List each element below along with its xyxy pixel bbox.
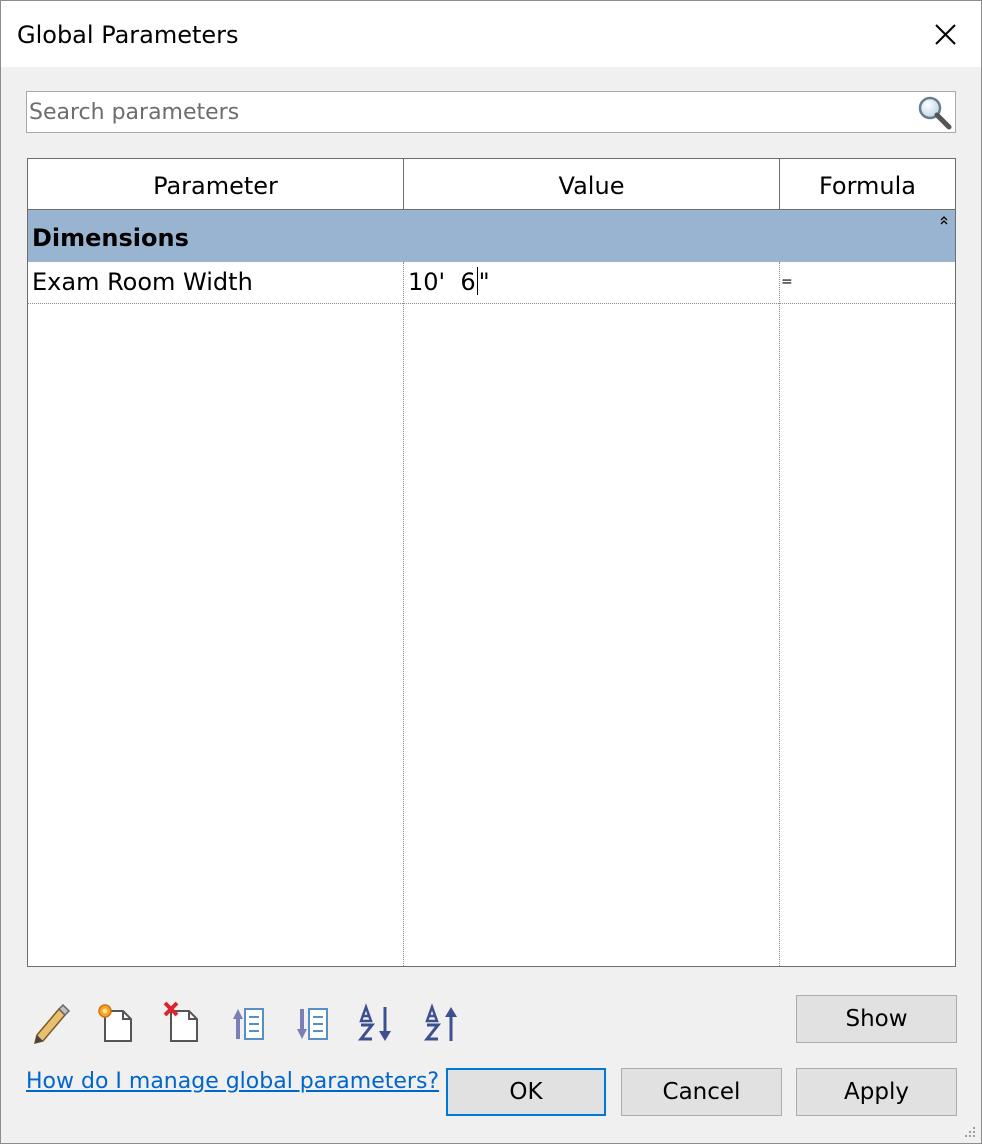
move-up-icon <box>233 1008 264 1040</box>
group-label: Dimensions <box>32 224 189 252</box>
delete-parameter-button[interactable] <box>161 997 205 1045</box>
parameter-name-cell[interactable]: Exam Room Width <box>32 262 400 302</box>
search-icon[interactable] <box>915 94 953 130</box>
global-parameters-dialog: Global Parameters Pa <box>0 0 982 1144</box>
new-parameter-icon <box>98 1004 132 1042</box>
move-down-icon <box>297 1008 328 1040</box>
apply-button[interactable]: Apply <box>796 1068 957 1116</box>
table-row[interactable]: Exam Room Width 10' 6 " = <box>28 262 955 304</box>
value-text: 10' 6 <box>408 268 476 296</box>
grid-body: Exam Room Width 10' 6 " = <box>28 262 955 966</box>
column-header-formula[interactable]: Formula <box>780 159 955 209</box>
move-up-button[interactable] <box>227 997 271 1045</box>
new-parameter-button[interactable] <box>95 997 139 1045</box>
help-link[interactable]: How do I manage global parameters? <box>26 1067 439 1097</box>
move-down-button[interactable] <box>291 997 335 1045</box>
resize-grip-icon[interactable] <box>961 1123 977 1139</box>
search-box <box>26 91 956 133</box>
search-input[interactable] <box>29 94 909 130</box>
collapse-icon[interactable] <box>937 214 951 228</box>
close-button[interactable] <box>925 15 965 55</box>
group-row-dimensions[interactable]: Dimensions <box>28 210 955 262</box>
text-caret <box>476 267 478 295</box>
ok-button[interactable]: OK <box>446 1068 606 1116</box>
parameters-grid: Parameter Value Formula Dimensions Exam … <box>27 158 956 967</box>
column-header-parameter[interactable]: Parameter <box>28 159 404 209</box>
delete-parameter-icon <box>163 1001 198 1042</box>
value-text-suffix: " <box>478 268 490 296</box>
sort-descending-button[interactable] <box>423 997 467 1045</box>
grid-header: Parameter Value Formula <box>28 159 955 210</box>
sort-ascending-button[interactable] <box>357 997 401 1045</box>
dialog-title: Global Parameters <box>17 21 239 49</box>
cancel-button[interactable]: Cancel <box>621 1068 782 1116</box>
edit-parameter-icon <box>33 1003 71 1045</box>
formula-cell[interactable]: = <box>781 262 951 302</box>
value-cell[interactable]: 10' 6 " <box>408 262 776 302</box>
edit-parameter-button[interactable] <box>29 997 73 1045</box>
sort-ascending-icon <box>357 1003 391 1041</box>
sort-descending-icon <box>423 1003 457 1041</box>
column-divider <box>779 262 780 966</box>
column-divider <box>403 262 404 966</box>
title-bar: Global Parameters <box>1 1 981 67</box>
column-header-value[interactable]: Value <box>404 159 780 209</box>
close-icon <box>935 24 956 45</box>
show-button[interactable]: Show <box>796 995 957 1043</box>
